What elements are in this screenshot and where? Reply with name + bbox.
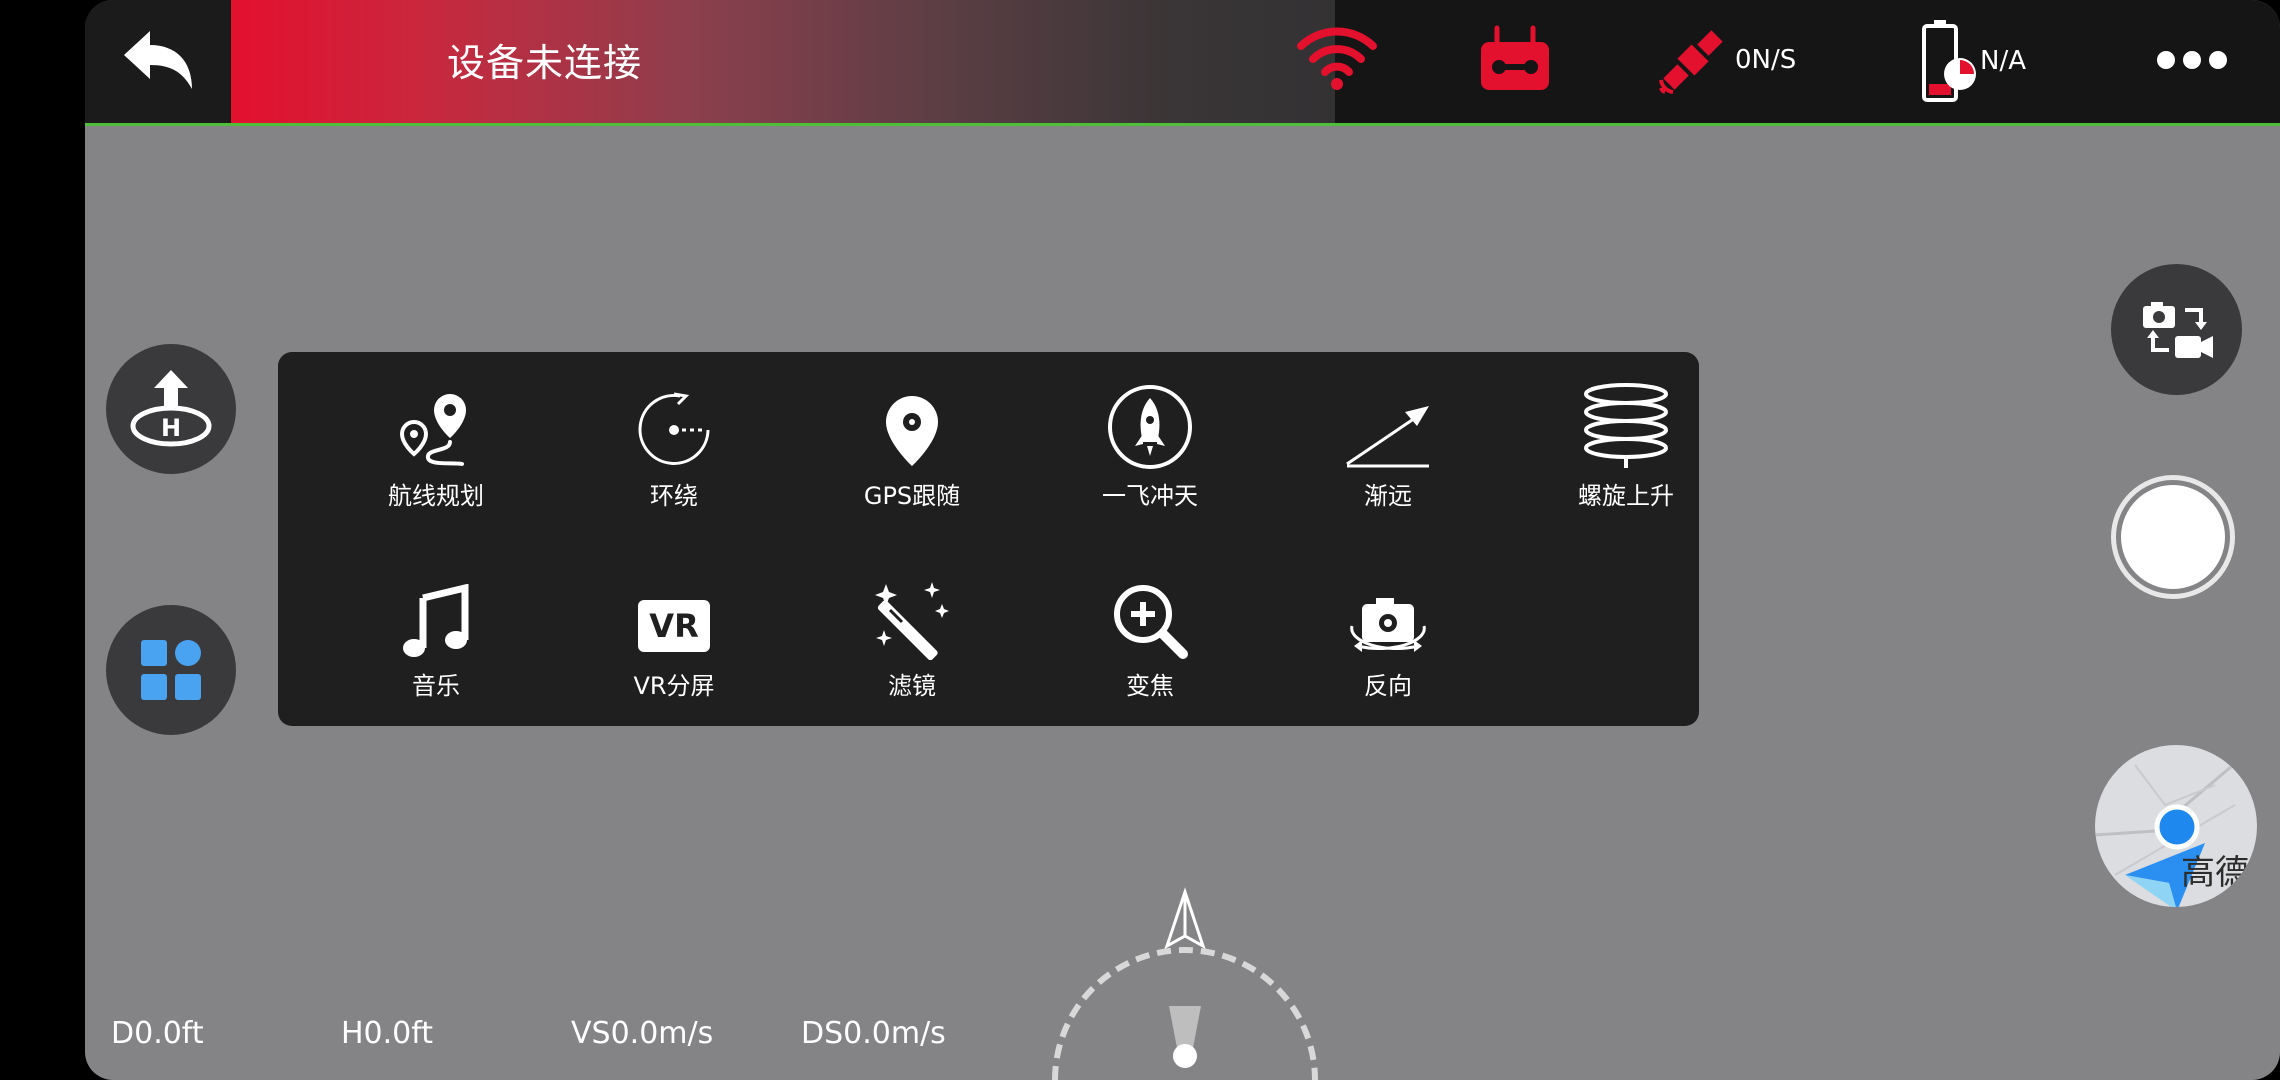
mode-filter[interactable]: 滤镜	[812, 570, 1012, 710]
back-arrow-icon	[123, 30, 192, 89]
map-brand-text: 高德	[2181, 853, 2249, 893]
gps-speed-text: 0N/S	[1735, 45, 1797, 75]
battery-text: N/A	[1980, 46, 2026, 76]
spiral-icon	[1584, 383, 1668, 468]
more-dots-icon	[2157, 51, 2227, 69]
battery-status[interactable]: N/A	[1920, 18, 2026, 104]
zoom-icon	[1114, 585, 1188, 659]
gps-status[interactable]: 0N/S	[1655, 22, 1796, 98]
height-readout: H0.0ft	[341, 1016, 434, 1051]
remote-controller-status[interactable]	[1475, 24, 1555, 96]
switch-camera-video-button[interactable]	[2111, 264, 2242, 395]
rocket-icon	[1108, 385, 1192, 469]
mode-label: 环绕	[650, 482, 698, 510]
vr-badge-text: VR	[649, 607, 699, 645]
vertical-speed-readout: VS0.0m/s	[571, 1016, 714, 1051]
dronie-icon	[1346, 406, 1429, 468]
remote-controller-icon	[1481, 25, 1549, 90]
shutter-button[interactable]	[2111, 475, 2235, 599]
top-bar: 设备未连接 0N/S N/A	[85, 0, 2280, 126]
attitude-compass	[1052, 887, 1318, 1080]
mode-zoom[interactable]: 变焦	[1050, 570, 1250, 710]
north-arrow-icon	[1164, 887, 1206, 950]
modes-menu-button[interactable]	[106, 605, 236, 735]
mode-spiral[interactable]: 螺旋上升	[1526, 380, 1726, 520]
more-menu-button[interactable]	[2155, 48, 2229, 72]
mode-route-plan[interactable]: 航线规划	[336, 380, 536, 520]
orbit-icon	[638, 392, 710, 465]
flight-modes-panel: 航线规划 环绕 GPS跟随 一飞冲天 渐远 螺旋上升 音乐 VR VR分屏 滤镜…	[278, 352, 1699, 726]
photo-video-switch-icon	[2142, 301, 2213, 358]
mode-label: 航线规划	[388, 482, 484, 510]
route-plan-icon	[399, 394, 466, 466]
connection-status-banner	[231, 0, 1335, 123]
filter-wand-icon	[875, 582, 949, 660]
mode-label: 反向	[1364, 672, 1412, 700]
flight-screen: 设备未连接 0N/S N/A H 航线规划 环绕 GPS跟随 一飞冲天 渐远 螺…	[85, 0, 2280, 1080]
horizontal-speed-readout: DS0.0m/s	[801, 1016, 946, 1051]
reverse-camera-icon	[1350, 598, 1426, 652]
shutter-inner	[2121, 485, 2225, 589]
mode-label: 渐远	[1364, 482, 1412, 510]
battery-icon	[1922, 20, 1976, 102]
music-icon	[403, 584, 469, 657]
mode-gps-follow[interactable]: GPS跟随	[812, 380, 1012, 520]
mode-label: 音乐	[412, 672, 460, 700]
mode-reverse[interactable]: 反向	[1288, 570, 1488, 710]
wifi-status[interactable]	[1295, 22, 1379, 92]
mode-music[interactable]: 音乐	[336, 570, 536, 710]
mode-label: 螺旋上升	[1578, 482, 1674, 510]
mode-label: 滤镜	[888, 672, 936, 700]
mode-rocket[interactable]: 一飞冲天	[1050, 380, 1250, 520]
gps-follow-icon	[886, 396, 938, 466]
return-home-icon: H	[130, 370, 212, 447]
mode-orbit[interactable]: 环绕	[574, 380, 774, 520]
mode-label: VR分屏	[633, 672, 715, 700]
back-button[interactable]	[85, 0, 230, 123]
mini-map-button[interactable]: 高德	[2095, 745, 2257, 907]
vr-icon: VR	[638, 600, 710, 652]
return-home-button[interactable]: H	[106, 344, 236, 474]
satellite-icon	[1659, 30, 1723, 94]
mode-label: GPS跟随	[863, 482, 961, 510]
svg-text:H: H	[161, 414, 181, 442]
mode-vr[interactable]: VR VR分屏	[574, 570, 774, 710]
mode-label: 变焦	[1126, 672, 1174, 700]
distance-readout: D0.0ft	[111, 1016, 204, 1051]
connection-status-text: 设备未连接	[447, 41, 643, 85]
drone-position-icon	[1169, 1006, 1201, 1068]
apps-grid-icon	[141, 640, 201, 700]
mode-label: 一飞冲天	[1102, 482, 1198, 510]
wifi-icon	[1297, 27, 1377, 90]
mode-dronie[interactable]: 渐远	[1288, 380, 1488, 520]
